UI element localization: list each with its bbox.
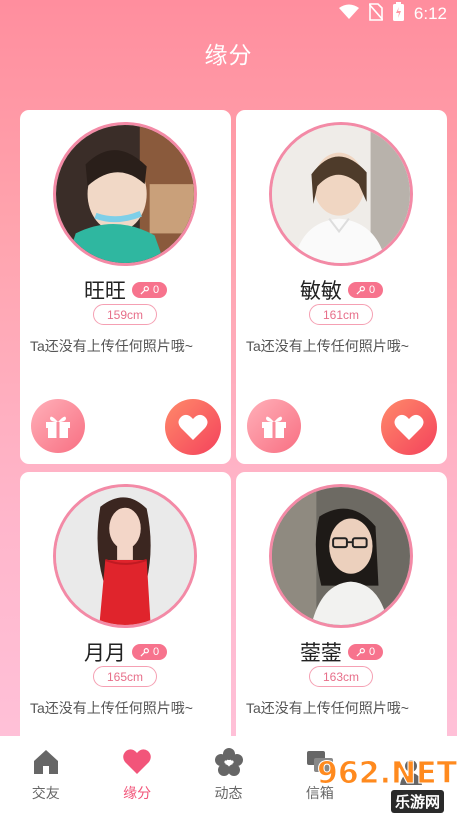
nav-item-jiaoyou[interactable]: 交友 bbox=[0, 736, 91, 814]
profile-card[interactable]: 月月 0 165cm Ta还没有上传任何照片哦~ bbox=[20, 472, 231, 752]
avatar[interactable] bbox=[53, 122, 197, 266]
profile-description: Ta还没有上传任何照片哦~ bbox=[30, 700, 193, 716]
gift-icon bbox=[46, 416, 70, 438]
key-icon bbox=[356, 647, 365, 657]
like-count-badge: 0 bbox=[131, 644, 168, 660]
nav-label: 动态 bbox=[214, 785, 243, 801]
home-icon bbox=[33, 750, 58, 774]
like-count-badge: 0 bbox=[131, 282, 168, 298]
watermark-brand: 962.NET bbox=[316, 756, 457, 792]
profile-name: 月月 bbox=[83, 642, 126, 665]
profile-card[interactable]: 敏敏 0 161cm Ta还没有上传任何照片哦~ bbox=[236, 110, 447, 464]
badge-count: 0 bbox=[152, 646, 160, 658]
heart-icon bbox=[123, 749, 151, 774]
heart-icon bbox=[178, 414, 208, 440]
profile-card[interactable]: 蓥蓥 0 163cm Ta还没有上传任何照片哦~ bbox=[236, 472, 447, 752]
nav-label: 交友 bbox=[31, 785, 60, 801]
like-count-badge: 0 bbox=[347, 282, 384, 298]
height-pill: 165cm bbox=[93, 666, 157, 687]
heart-icon bbox=[394, 414, 424, 440]
like-button[interactable] bbox=[165, 399, 221, 455]
avatar[interactable] bbox=[53, 484, 197, 628]
height-pill: 163cm bbox=[309, 666, 373, 687]
like-count-badge: 0 bbox=[347, 644, 384, 660]
name-row: 月月 0 bbox=[20, 637, 231, 667]
nav-item-yuanfen[interactable]: 缘分 bbox=[91, 736, 182, 814]
key-icon bbox=[140, 285, 149, 295]
nav-label: 缘分 bbox=[123, 785, 152, 801]
flower-icon bbox=[214, 748, 243, 776]
name-row: 敏敏 0 bbox=[236, 275, 447, 305]
nav-item-dongtai[interactable]: 动态 bbox=[183, 736, 274, 814]
profile-grid: 旺旺 0 159cm Ta还没有上传任何照片哦~ 敏敏 0 161cm Ta还没… bbox=[0, 0, 457, 814]
profile-description: Ta还没有上传任何照片哦~ bbox=[246, 700, 409, 716]
name-row: 旺旺 0 bbox=[20, 275, 231, 305]
profile-name: 敏敏 bbox=[299, 280, 342, 303]
gift-button[interactable] bbox=[247, 399, 301, 453]
profile-name: 旺旺 bbox=[83, 280, 126, 303]
badge-count: 0 bbox=[152, 284, 160, 296]
like-button[interactable] bbox=[381, 399, 437, 455]
height-pill: 159cm bbox=[93, 304, 157, 325]
watermark-logo: 962.NET 乐游网 bbox=[315, 752, 457, 814]
profile-name: 蓥蓥 bbox=[299, 642, 342, 665]
height-pill: 161cm bbox=[309, 304, 373, 325]
badge-count: 0 bbox=[368, 646, 376, 658]
name-row: 蓥蓥 0 bbox=[236, 637, 447, 667]
profile-card[interactable]: 旺旺 0 159cm Ta还没有上传任何照片哦~ bbox=[20, 110, 231, 464]
key-icon bbox=[140, 647, 149, 657]
gift-button[interactable] bbox=[31, 399, 85, 453]
badge-count: 0 bbox=[368, 284, 376, 296]
profile-description: Ta还没有上传任何照片哦~ bbox=[30, 338, 193, 354]
profile-description: Ta还没有上传任何照片哦~ bbox=[246, 338, 409, 354]
key-icon bbox=[356, 285, 365, 295]
watermark-subtitle: 乐游网 bbox=[391, 790, 445, 813]
avatar[interactable] bbox=[269, 484, 413, 628]
avatar[interactable] bbox=[269, 122, 413, 266]
gift-icon bbox=[262, 416, 286, 438]
